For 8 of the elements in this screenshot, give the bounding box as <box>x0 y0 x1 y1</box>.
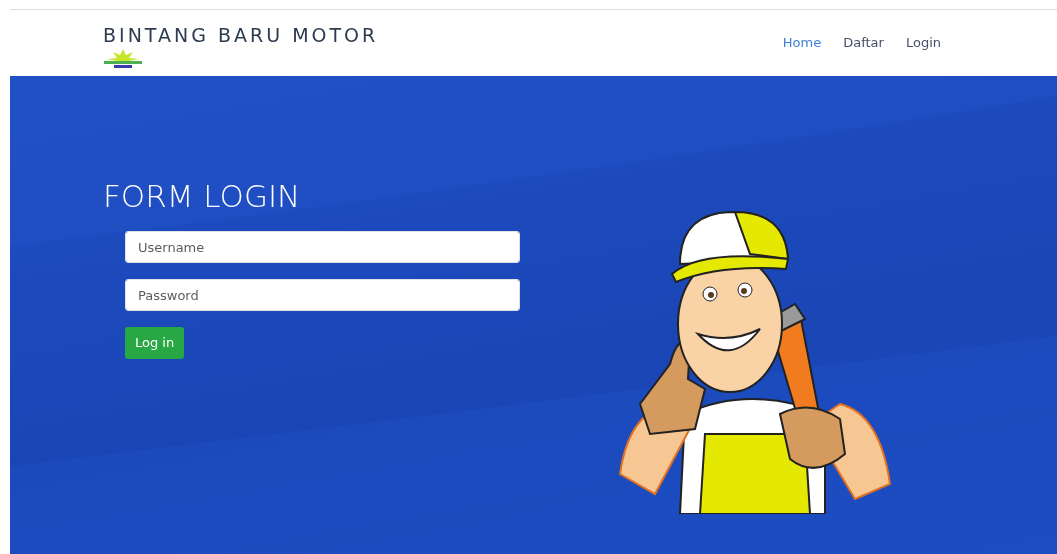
brand-name[interactable]: BINTANG BARU MOTOR <box>103 26 379 45</box>
nav-link[interactable]: Login <box>894 33 952 53</box>
input-field[interactable]: Username <box>125 231 520 264</box>
nav-link[interactable]: Home <box>771 33 833 53</box>
nav-link[interactable]: Daftar <box>832 33 895 53</box>
input-field[interactable]: Password <box>125 279 520 312</box>
star-logo-icon <box>103 49 143 69</box>
form-title: FORM LOGIN <box>103 178 302 216</box>
